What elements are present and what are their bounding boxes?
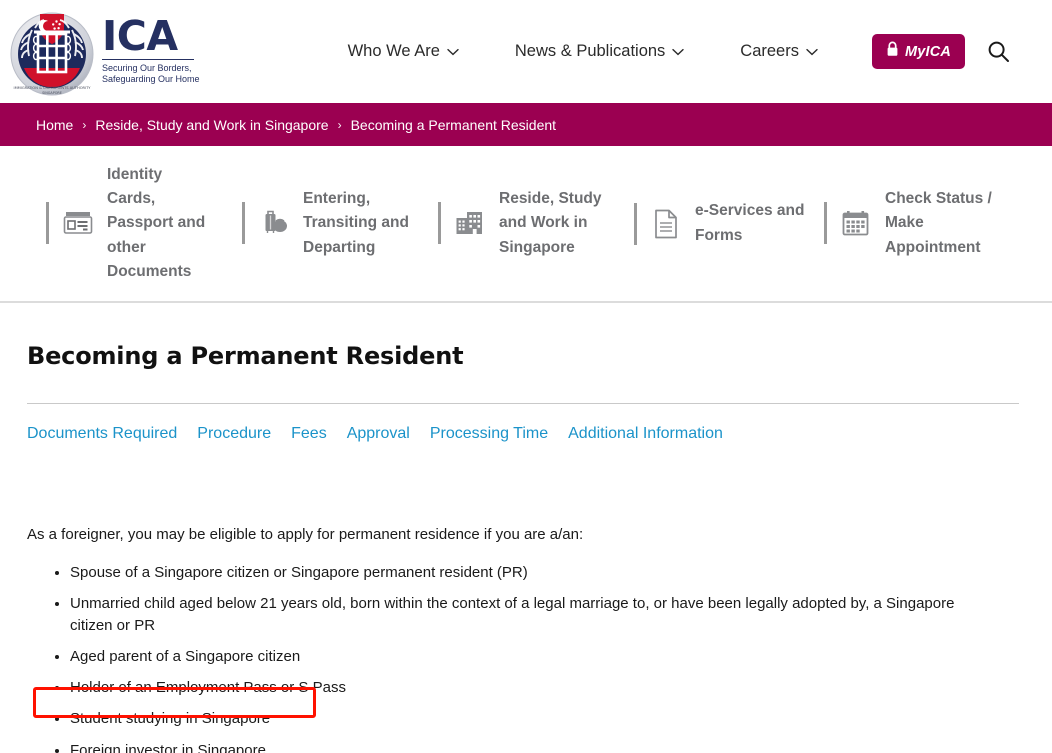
category-label: e-Services and Forms [695, 202, 805, 244]
list-item: Holder of an Employment Pass or S Pass [70, 677, 1015, 698]
category-divider [242, 202, 245, 245]
nav-item-label: News & Publications [514, 42, 666, 60]
category-divider [438, 202, 441, 245]
wordmark-text: ICA [102, 12, 178, 61]
tab-documents-required[interactable]: Documents Required [27, 425, 177, 443]
breadcrumb-item-home[interactable]: Home [36, 117, 73, 133]
list-item: Aged parent of a Singapore citizen [70, 646, 1015, 667]
primary-nav: Who We Are News & Publications Careers M… [320, 34, 1011, 69]
chevron-down-icon [806, 48, 818, 56]
category-identity-cards[interactable]: Identity Cards, Passport and other Docum… [46, 163, 242, 283]
tagline-line-2: Safeguarding Our Home [102, 74, 200, 85]
breadcrumb-separator: › [82, 117, 87, 132]
site-logo[interactable]: IMMIGRATION & CHECKPOINTS AUTHORITY SING… [0, 6, 200, 98]
category-label: Reside, Study and Work in Singapore [499, 190, 602, 256]
tab-fees[interactable]: Fees [291, 425, 327, 443]
category-nav: Identity Cards, Passport and other Docum… [0, 146, 1052, 303]
tab-additional-information[interactable]: Additional Information [568, 425, 723, 443]
calendar-icon [840, 207, 872, 239]
category-divider [824, 202, 827, 245]
svg-text:SINGAPORE: SINGAPORE [42, 91, 62, 95]
myica-label: MyICA [904, 43, 952, 60]
nav-item-who-we-are[interactable]: Who We Are [320, 42, 487, 61]
category-reside-study-work[interactable]: Reside, Study and Work in Singapore [438, 187, 634, 259]
ica-crest-logo: IMMIGRATION & CHECKPOINTS AUTHORITY SING… [8, 6, 96, 98]
ica-wordmark: ICA Securing Our Borders, Safeguarding O… [102, 12, 200, 85]
luggage-icon [258, 207, 290, 239]
id-card-icon [62, 207, 94, 239]
site-header: IMMIGRATION & CHECKPOINTS AUTHORITY SING… [0, 0, 1052, 103]
breadcrumb-separator: › [337, 117, 342, 132]
category-label: Entering, Transiting and Departing [303, 190, 409, 256]
list-item-student-studying: Student studying in Singapore [70, 708, 1015, 729]
myica-button[interactable]: MyICA [871, 34, 966, 69]
category-divider [634, 202, 637, 245]
category-divider [46, 202, 49, 245]
page-root: IMMIGRATION & CHECKPOINTS AUTHORITY SING… [0, 0, 1052, 753]
category-label: Check Status / Make Appointment [885, 190, 992, 256]
document-icon [650, 208, 682, 240]
nav-item-label: Careers [740, 42, 799, 60]
nav-item-news-publications[interactable]: News & Publications [487, 42, 712, 61]
category-entering-transiting[interactable]: Entering, Transiting and Departing [242, 187, 438, 259]
nav-item-label: Who We Are [347, 42, 440, 60]
nav-item-careers[interactable]: Careers [712, 42, 846, 61]
lock-icon [886, 41, 899, 62]
tab-procedure[interactable]: Procedure [197, 425, 271, 443]
tab-processing-time[interactable]: Processing Time [430, 425, 548, 443]
category-check-status-appointment[interactable]: Check Status / Make Appointment [824, 187, 1014, 259]
list-item: Unmarried child aged below 21 years old,… [70, 593, 995, 636]
category-eservices-forms[interactable]: e-Services and Forms [634, 199, 824, 247]
intro-paragraph: As a foreigner, you may be eligible to a… [27, 526, 584, 543]
list-item: Foreign investor in Singapore. [70, 740, 1015, 753]
eligibility-list: Spouse of a Singapore citizen or Singapo… [27, 562, 1025, 753]
breadcrumb-item-reside-study-work[interactable]: Reside, Study and Work in Singapore [95, 117, 328, 133]
breadcrumb: Home › Reside, Study and Work in Singapo… [0, 103, 1052, 146]
tab-approval[interactable]: Approval [347, 425, 410, 443]
chevron-down-icon [672, 48, 684, 56]
chevron-down-icon [447, 48, 459, 56]
search-icon[interactable] [987, 40, 1010, 63]
category-label: Identity Cards, Passport and other Docum… [107, 166, 206, 280]
tagline-line-1: Securing Our Borders, [102, 63, 192, 74]
page-title: Becoming a Permanent Resident [27, 342, 464, 370]
main-content: Becoming a Permanent Resident Documents … [0, 342, 1052, 753]
svg-text:IMMIGRATION & CHECKPOINTS AUTH: IMMIGRATION & CHECKPOINTS AUTHORITY [14, 86, 92, 90]
title-divider [27, 403, 1019, 404]
building-icon [454, 207, 486, 239]
breadcrumb-item-current: Becoming a Permanent Resident [350, 116, 557, 133]
list-item: Spouse of a Singapore citizen or Singapo… [70, 562, 1015, 583]
section-tabs: Documents Required Procedure Fees Approv… [27, 425, 1025, 443]
